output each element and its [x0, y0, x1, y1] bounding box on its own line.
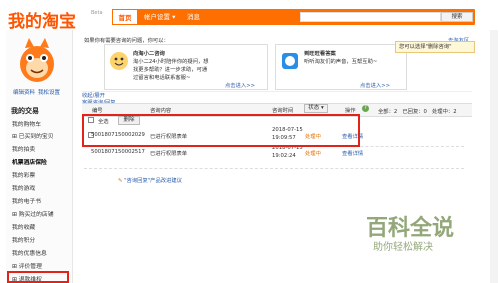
row-content[interactable]: 已进行权限表单: [150, 149, 187, 157]
scrollbar[interactable]: [490, 30, 498, 283]
stat-all-value: 2: [393, 109, 398, 115]
expand-icon: ⊞: [12, 264, 19, 270]
col-header-id: 编号: [92, 108, 103, 114]
row-view-details[interactable]: 查看详情: [342, 149, 363, 157]
sidebar-item-bought[interactable]: ⊞ 已买到的宝贝: [12, 131, 54, 140]
col-header-content: 咨询内容: [150, 108, 172, 114]
suggest-link-label: "咨询回复"产品改进建议: [124, 178, 182, 184]
refund-highlight-box: [7, 271, 69, 283]
nav-messages[interactable]: 消息: [187, 9, 200, 25]
row-time: 19:02:24: [272, 153, 296, 159]
avatar: [20, 38, 54, 82]
beta-badge: Beta: [91, 10, 103, 16]
stat-processing-label: 处理中：: [431, 109, 454, 115]
table-row: 5001807150002517 已进行权限表单 2018-07-15 19:0…: [84, 145, 464, 169]
search-input[interactable]: [300, 12, 441, 22]
sidebar-item-games[interactable]: 我的游戏: [12, 183, 35, 192]
stat-replied-label: 已回复：: [402, 109, 424, 115]
card1-link[interactable]: 点击进入>>: [225, 81, 255, 89]
row-id[interactable]: 5001807150002517: [91, 149, 145, 155]
col-header-action: 操作: [345, 108, 356, 114]
status-select[interactable]: 状态 ▾: [304, 104, 328, 113]
sidebar-heading-my-trades: 我的交易: [11, 107, 39, 115]
sidebar-item-label: 已买到的宝贝: [18, 134, 54, 140]
stat-processing-value: 2: [453, 109, 457, 115]
sidebar-item-auction[interactable]: 我的拍卖: [12, 144, 35, 153]
sidebar-item-reviews[interactable]: ⊞ 评价管理: [12, 261, 42, 270]
sidebar-item-ebooks[interactable]: 我的电子书: [12, 196, 41, 205]
stats-summary: 全部：2 已回复：0 处理中：2: [378, 107, 457, 115]
sidebar-item-cart[interactable]: 我的购物车: [12, 119, 41, 128]
delete-tooltip: 您可以选择"删除咨询": [395, 41, 475, 53]
card2-text-1: 听听淘友们的声音，互帮互助~: [304, 59, 378, 65]
card1-text-3: 过留言和电话联系客服~: [133, 75, 191, 81]
edit-profile-link[interactable]: 编辑资料: [13, 88, 35, 96]
col-header-time: 咨询时间: [272, 108, 294, 114]
account-settings-link[interactable]: 我松设置: [38, 88, 60, 96]
app-logo[interactable]: 我的淘宝: [8, 7, 76, 32]
stat-replied-value: 0: [423, 109, 427, 115]
card1-title: 向淘小二咨询: [133, 51, 165, 57]
help-icon[interactable]: ?: [362, 105, 369, 112]
sidebar-item-favorites[interactable]: 我的收藏: [12, 222, 35, 231]
expand-icon: ⊞: [12, 212, 19, 218]
consult-card[interactable]: 向淘小二咨询 淘小二24小时陪伴你的疑问，想 找更多帮助？进一步求助，可通 过留…: [104, 44, 268, 90]
sidebar-item-label: 评价管理: [18, 264, 42, 270]
sidebar-item-points[interactable]: 我的积分: [12, 235, 35, 244]
card1-text-2: 找更多帮助？进一步求助，可通: [133, 67, 208, 73]
sidebar-item-lottery[interactable]: 我的彩票: [12, 170, 35, 179]
wangwang-card[interactable]: 到旺旺看答案 听听淘友们的声音，互帮互助~ 点击进入>>: [275, 44, 407, 90]
search-button[interactable]: 搜索: [441, 12, 473, 22]
sidebar-item-label: 购买过的店铺: [18, 212, 54, 218]
wangwang-icon: [282, 53, 298, 69]
nav-home[interactable]: 首页: [112, 9, 138, 25]
row-status: 处理中: [305, 151, 321, 157]
watermark-subtitle: 助你轻松解决: [373, 242, 433, 253]
notice-question: 如果你有需要咨询的问题，你可以：: [84, 38, 169, 44]
expand-icon: ⊞: [12, 134, 19, 140]
sidebar-item-coupons[interactable]: 我的优惠信息: [12, 248, 47, 257]
nav-account-settings[interactable]: 帐户设置 ▾: [144, 9, 175, 25]
card1-text-1: 淘小二24小时陪伴你的疑问，想: [133, 59, 209, 65]
customer-service-icon: [110, 52, 128, 70]
card2-link[interactable]: 点击进入>>: [360, 81, 390, 89]
suggest-link[interactable]: ✎ "咨询回复"产品改进建议: [118, 176, 182, 184]
card2-title: 到旺旺看答案: [304, 51, 336, 57]
sidebar-item-travel[interactable]: 机票酒店保险: [12, 157, 47, 166]
sidebar-item-shops[interactable]: ⊞ 购买过的店铺: [12, 209, 54, 218]
stat-all-label: 全部：: [378, 109, 394, 115]
row-highlight-box: [82, 114, 360, 147]
